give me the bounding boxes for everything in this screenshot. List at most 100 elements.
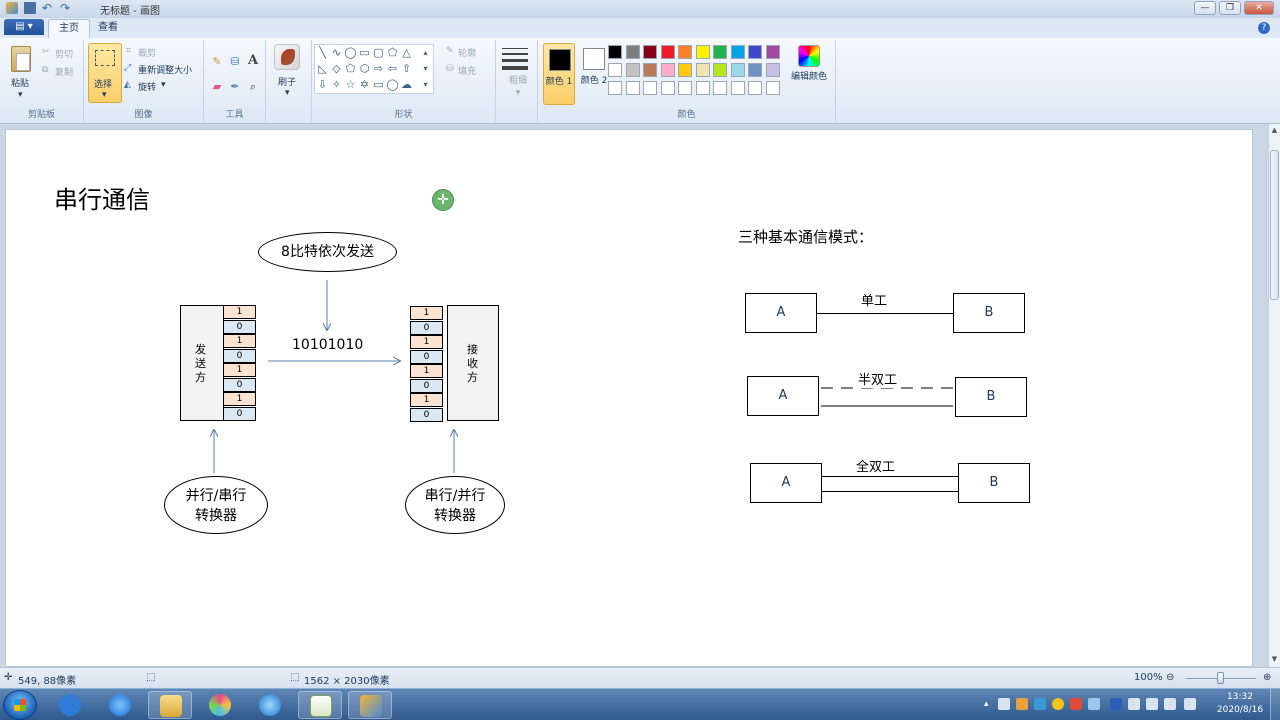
taskbar-baidu-netdisk[interactable] bbox=[48, 691, 92, 719]
star5-shape-icon[interactable]: ☆ bbox=[344, 78, 357, 91]
palette-color-13[interactable] bbox=[643, 63, 657, 77]
redo-icon[interactable]: ↷ bbox=[60, 2, 72, 14]
callout-cloud-shape-icon[interactable]: ☁ bbox=[400, 78, 413, 91]
palette-custom-slot[interactable] bbox=[660, 81, 675, 95]
close-button[interactable]: ✕ bbox=[1244, 1, 1274, 15]
tab-home[interactable]: 主页 bbox=[48, 19, 90, 38]
rotate-dropdown-icon[interactable]: ▾ bbox=[161, 80, 166, 90]
minimize-button[interactable]: — bbox=[1194, 1, 1216, 15]
palette-color-15[interactable] bbox=[678, 63, 692, 77]
show-desktop-button[interactable] bbox=[1270, 689, 1280, 720]
palette-custom-slot[interactable] bbox=[713, 81, 727, 95]
scroll-up-icon[interactable]: ▲ bbox=[1270, 126, 1279, 136]
palette-color-14[interactable] bbox=[660, 63, 675, 77]
shapes-expand-icon[interactable]: ▾ bbox=[419, 78, 432, 91]
volume-icon[interactable] bbox=[1164, 698, 1176, 710]
pencil-icon[interactable]: ✎ bbox=[210, 55, 224, 69]
start-button[interactable] bbox=[3, 690, 37, 720]
qq-icon[interactable] bbox=[1052, 698, 1064, 710]
tray-icon-5[interactable] bbox=[1070, 698, 1082, 710]
palette-custom-slot[interactable] bbox=[695, 81, 710, 95]
crop-icon[interactable]: ⌗ bbox=[126, 46, 131, 56]
outline-button[interactable]: 轮廓 bbox=[458, 46, 476, 59]
save-icon[interactable] bbox=[24, 2, 36, 14]
palette-color-11[interactable] bbox=[608, 63, 622, 77]
restore-button[interactable]: ❐ bbox=[1219, 1, 1241, 15]
select-button[interactable]: 选择 ▾ bbox=[88, 43, 122, 103]
palette-custom-slot[interactable] bbox=[730, 81, 745, 95]
rotate-button[interactable]: 旋转 bbox=[138, 80, 156, 93]
palette-custom-slot[interactable] bbox=[608, 81, 622, 95]
bluetooth-icon[interactable] bbox=[1110, 698, 1122, 710]
palette-color-18[interactable] bbox=[730, 63, 745, 77]
palette-color-4[interactable] bbox=[660, 45, 675, 59]
callout-rect-shape-icon[interactable]: ▭ bbox=[372, 78, 385, 91]
palette-color-8[interactable] bbox=[730, 45, 745, 59]
taskbar-ie[interactable] bbox=[98, 691, 142, 719]
tray-expand-icon[interactable]: ▴ bbox=[984, 698, 996, 710]
hexagon-shape-icon[interactable]: ⬡ bbox=[358, 62, 371, 75]
shapes-scroll-down-icon[interactable]: ▾ bbox=[419, 62, 432, 75]
palette-custom-slot[interactable] bbox=[765, 81, 780, 95]
palette-custom-slot[interactable] bbox=[678, 81, 692, 95]
flag-icon[interactable] bbox=[1146, 698, 1158, 710]
tab-view[interactable]: 查看 bbox=[88, 19, 128, 38]
color2-button[interactable]: 颜色 2 bbox=[578, 43, 610, 105]
palette-custom-slot[interactable] bbox=[643, 81, 657, 95]
right-arrow-shape-icon[interactable]: ⇨ bbox=[372, 62, 385, 75]
undo-icon[interactable]: ↶ bbox=[42, 2, 54, 14]
color1-button[interactable]: 颜色 1 bbox=[543, 43, 575, 105]
size-group[interactable]: 粗细 ▾ bbox=[496, 40, 538, 122]
brushes-dropdown-icon[interactable]: ▾ bbox=[285, 88, 290, 98]
pentagon-shape-icon[interactable]: ⬠ bbox=[344, 62, 357, 75]
network-icon[interactable] bbox=[1128, 698, 1140, 710]
fill-shape-icon[interactable]: ⛁ bbox=[446, 64, 454, 74]
oval-shape-icon[interactable]: ◯ bbox=[344, 46, 357, 59]
rotate-icon[interactable]: ◭ bbox=[124, 80, 131, 90]
eraser-icon[interactable]: ▰ bbox=[210, 80, 224, 94]
taskbar-browser[interactable] bbox=[248, 691, 292, 719]
taskbar-explorer[interactable] bbox=[148, 691, 192, 719]
taskbar-paint[interactable] bbox=[348, 691, 392, 719]
paint-app-icon[interactable] bbox=[6, 2, 18, 14]
copy-button[interactable]: 复制 bbox=[55, 65, 73, 78]
palette-color-3[interactable] bbox=[643, 45, 657, 59]
rounded-rect-shape-icon[interactable]: ▢ bbox=[372, 46, 385, 59]
scrollbar-thumb[interactable] bbox=[1270, 150, 1279, 300]
palette-custom-slot[interactable] bbox=[748, 81, 762, 95]
fill-icon[interactable]: ⛁ bbox=[228, 55, 242, 69]
palette-color-20[interactable] bbox=[765, 63, 780, 77]
palette-color-6[interactable] bbox=[695, 45, 710, 59]
brushes-button[interactable]: 刷子 bbox=[278, 75, 296, 88]
wifi-icon[interactable] bbox=[1184, 698, 1196, 710]
down-arrow-shape-icon[interactable]: ⇩ bbox=[316, 78, 329, 91]
clock[interactable]: 13:32 2020/8/16 bbox=[1213, 691, 1267, 717]
taskbar-chart-app[interactable] bbox=[298, 691, 342, 719]
copy-icon[interactable]: ⧉ bbox=[42, 65, 48, 75]
fill-button[interactable]: 填充 bbox=[458, 64, 476, 77]
zoom-in-icon[interactable]: ⊕ bbox=[1263, 672, 1271, 683]
scroll-down-icon[interactable]: ▼ bbox=[1270, 655, 1279, 665]
palette-color-16[interactable] bbox=[695, 63, 710, 77]
paste-button[interactable]: 粘贴 bbox=[11, 76, 29, 89]
triangle-shape-icon[interactable]: △ bbox=[400, 46, 413, 59]
vertical-scrollbar[interactable]: ▲ ▼ bbox=[1268, 124, 1280, 667]
palette-color-2[interactable] bbox=[625, 45, 640, 59]
resize-button[interactable]: 重新调整大小 bbox=[138, 63, 192, 76]
callout-oval-shape-icon[interactable]: ◯ bbox=[386, 78, 399, 91]
drawing-canvas[interactable]: 串行通信 ✛ 8比特依次发送 发 送 方 10101010 10101010 1… bbox=[5, 129, 1253, 667]
star6-shape-icon[interactable]: ✡ bbox=[358, 78, 371, 91]
help-icon[interactable]: ? bbox=[1258, 22, 1270, 34]
palette-color-17[interactable] bbox=[713, 63, 727, 77]
tray-icon-3[interactable] bbox=[1034, 698, 1046, 710]
zoom-slider-knob[interactable] bbox=[1217, 672, 1224, 684]
palette-color-1[interactable] bbox=[608, 45, 622, 59]
shapes-scroll-up-icon[interactable]: ▴ bbox=[419, 46, 432, 59]
paste-dropdown-icon[interactable]: ▾ bbox=[18, 90, 23, 100]
left-arrow-shape-icon[interactable]: ⇦ bbox=[386, 62, 399, 75]
paste-icon[interactable] bbox=[11, 46, 31, 72]
brush-icon[interactable] bbox=[274, 44, 300, 70]
tray-icon-1[interactable] bbox=[998, 698, 1010, 710]
edit-colors-button[interactable]: 编辑颜色 bbox=[786, 43, 832, 82]
star4-shape-icon[interactable]: ✧ bbox=[330, 78, 343, 91]
